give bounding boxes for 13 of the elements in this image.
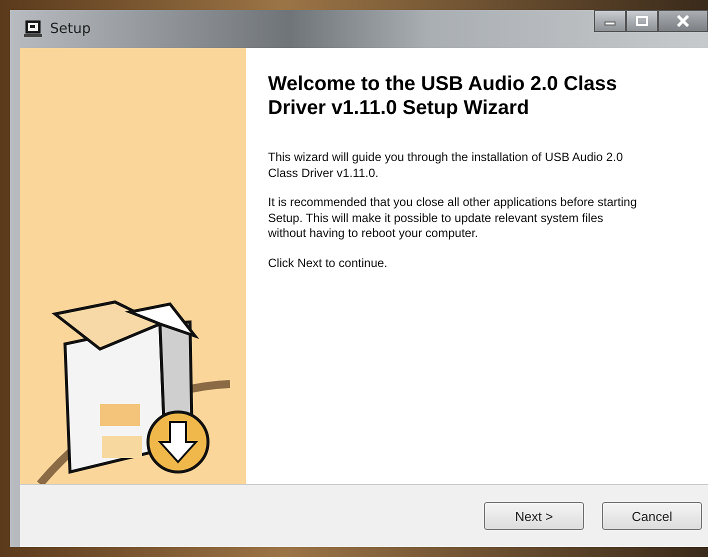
maximize-button[interactable] (626, 10, 658, 32)
window-title: Setup (50, 21, 91, 37)
wizard-paragraph: Click Next to continue. (268, 256, 388, 272)
computer-icon (24, 20, 42, 38)
minimize-button[interactable] (594, 10, 626, 32)
maximize-icon (636, 16, 648, 26)
close-button[interactable] (658, 10, 708, 32)
cancel-button[interactable]: Cancel (602, 502, 702, 530)
next-button[interactable]: Next > (484, 502, 584, 530)
wizard-paragraph: This wizard will guide you through the installation of USB Audio 2.0 Class Driver v1.11.0. (268, 150, 624, 182)
wizard-heading: Welcome to the USB Audio 2.0 Class Driver v1.11.0 Setup Wizard (268, 72, 618, 120)
wizard-paragraph: It is recommended that you close all other applications before starting Setup. This will make it possible to update relevant system files without having to reboot your computer. (268, 195, 638, 242)
close-icon (676, 15, 690, 27)
